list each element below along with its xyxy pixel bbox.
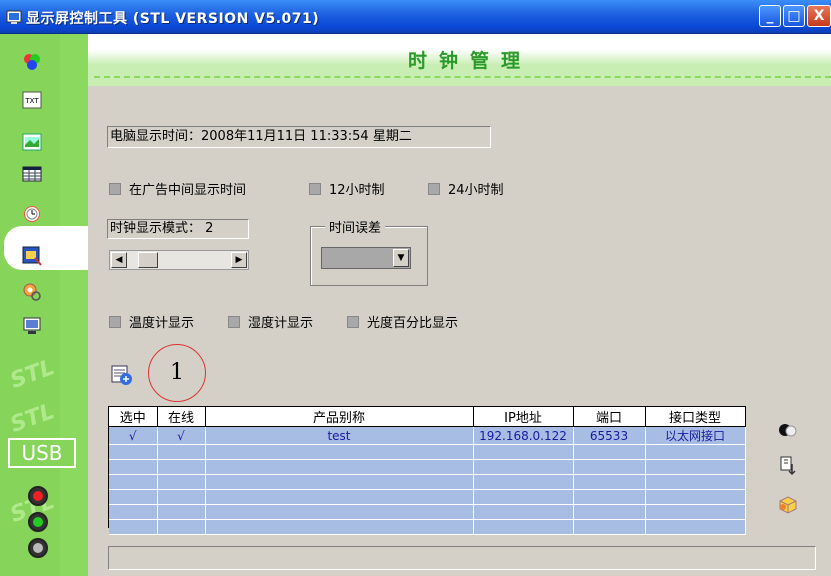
main-panel: 时钟管理 电脑显示时间：2008年11月11日 11:33:54 星期二 在广告… bbox=[88, 34, 831, 576]
alias-cell: test bbox=[205, 426, 474, 445]
light-percent-label: 光度百分比显示 bbox=[367, 316, 459, 331]
sidebar-item-picture[interactable] bbox=[20, 130, 44, 154]
slider-thumb[interactable] bbox=[138, 252, 158, 268]
table-row-empty[interactable] bbox=[109, 444, 746, 460]
column-header[interactable]: 接口类型 bbox=[645, 407, 746, 427]
package-icon[interactable] bbox=[776, 492, 800, 516]
gray-led-icon bbox=[28, 538, 48, 558]
slider-left-arrow[interactable]: ◀ bbox=[111, 252, 127, 268]
checkbox-box bbox=[309, 182, 321, 195]
maximize-icon: □ bbox=[787, 8, 801, 24]
svg-text:TXT: TXT bbox=[24, 97, 39, 105]
thermometer-label: 温度计显示 bbox=[129, 316, 195, 331]
checkbox-box bbox=[109, 315, 121, 328]
page-header: 时钟管理 bbox=[88, 34, 831, 86]
minimize-icon: _ bbox=[766, 8, 774, 24]
gear-search-icon bbox=[23, 283, 41, 301]
display-mode-readout: 时钟显示模式： 2 bbox=[107, 219, 249, 239]
pc-time-display: 电脑显示时间：2008年11月11日 11:33:54 星期二 bbox=[107, 126, 491, 148]
maximize-button[interactable]: □ bbox=[783, 5, 805, 27]
connect-icon[interactable] bbox=[776, 418, 800, 442]
table-row[interactable]: √ √ test 192.168.0.122 65533 以太网接口 bbox=[109, 426, 746, 445]
time-error-label: 时间误差 bbox=[325, 217, 386, 236]
hour12-label: 12小时制 bbox=[329, 183, 385, 198]
thermometer-checkbox[interactable]: 温度计显示 bbox=[109, 312, 194, 331]
display-mode-slider[interactable]: ◀ ▶ bbox=[109, 250, 249, 270]
app-icon bbox=[6, 10, 22, 24]
hour24-checkbox[interactable]: 24小时制 bbox=[428, 179, 504, 198]
title-bar: 显示屏控制工具 (STL VERSION V5.071) _ □ X bbox=[0, 0, 831, 34]
hour24-label: 24小时制 bbox=[448, 183, 504, 198]
table-row-empty[interactable] bbox=[109, 519, 746, 535]
ip-cell: 192.168.0.122 bbox=[473, 426, 574, 445]
slider-right-arrow[interactable]: ▶ bbox=[231, 252, 247, 268]
hygrometer-checkbox[interactable]: 湿度计显示 bbox=[228, 312, 313, 331]
column-header[interactable]: 选中 bbox=[109, 407, 158, 427]
page-title: 时钟管理 bbox=[408, 50, 533, 72]
checkbox-box bbox=[428, 182, 440, 195]
column-header[interactable]: 产品别称 bbox=[205, 407, 474, 427]
sidebar-item-effects[interactable] bbox=[20, 244, 44, 268]
table-row-empty[interactable] bbox=[109, 504, 746, 520]
text-icon: TXT bbox=[22, 91, 42, 109]
hygrometer-label: 湿度计显示 bbox=[248, 316, 314, 331]
light-percent-checkbox[interactable]: 光度百分比显示 bbox=[347, 312, 458, 331]
close-icon: X bbox=[813, 8, 825, 24]
status-bar bbox=[108, 546, 816, 570]
clock-icon bbox=[24, 206, 40, 222]
time-error-select[interactable]: ▼ bbox=[321, 247, 411, 269]
table-icon bbox=[22, 166, 42, 182]
hour12-checkbox[interactable]: 12小时制 bbox=[309, 179, 385, 198]
color-icon bbox=[24, 54, 40, 70]
close-button[interactable]: X bbox=[807, 5, 831, 27]
sidebar-item-text[interactable]: TXT bbox=[20, 88, 44, 112]
sidebar-item-color[interactable] bbox=[20, 50, 44, 74]
device-table: 选中 在线 产品别称 IP地址 端口 接口类型 √ √ test 192.168… bbox=[108, 406, 746, 535]
interface-cell: 以太网接口 bbox=[645, 426, 746, 445]
red-led-icon bbox=[28, 486, 48, 506]
sidebar-item-clock[interactable] bbox=[20, 202, 44, 226]
sidebar-item-table[interactable] bbox=[20, 162, 44, 186]
refresh-list-icon[interactable] bbox=[111, 364, 133, 386]
sidebar-item-settings[interactable] bbox=[20, 280, 44, 304]
table-row-empty[interactable] bbox=[109, 459, 746, 475]
minimize-button[interactable]: _ bbox=[759, 5, 781, 27]
time-error-group: 时间误差 ▼ bbox=[310, 217, 428, 286]
window-title: 显示屏控制工具 (STL VERSION V5.071) bbox=[26, 11, 320, 27]
sidebar-active-indicator bbox=[4, 226, 88, 270]
selected-cell[interactable]: √ bbox=[109, 426, 158, 445]
download-icon[interactable] bbox=[776, 454, 800, 478]
table-header-row: 选中 在线 产品别称 IP地址 端口 接口类型 bbox=[109, 407, 746, 427]
table-row-empty[interactable] bbox=[109, 474, 746, 490]
port-cell: 65533 bbox=[573, 426, 646, 445]
chevron-down-icon[interactable]: ▼ bbox=[393, 249, 409, 267]
checkbox-box bbox=[347, 315, 359, 328]
annotation-callout: 1 bbox=[148, 344, 206, 402]
checkbox-box bbox=[109, 182, 121, 195]
show-in-ad-checkbox[interactable]: 在广告中间显示时间 bbox=[109, 179, 246, 198]
effects-icon bbox=[22, 246, 42, 266]
monitor-icon bbox=[23, 317, 41, 334]
sidebar: TXT STL STL STL USB bbox=[0, 34, 88, 576]
online-cell: √ bbox=[157, 426, 206, 445]
table-row-empty[interactable] bbox=[109, 489, 746, 505]
usb-indicator: USB bbox=[8, 438, 76, 468]
checkbox-box bbox=[228, 315, 240, 328]
column-header[interactable]: IP地址 bbox=[473, 407, 574, 427]
show-in-ad-label: 在广告中间显示时间 bbox=[129, 183, 247, 198]
green-led-icon bbox=[28, 512, 48, 532]
header-divider bbox=[94, 76, 831, 78]
picture-icon bbox=[22, 133, 42, 151]
column-header[interactable]: 在线 bbox=[157, 407, 206, 427]
sidebar-item-monitor[interactable] bbox=[20, 314, 44, 338]
column-header[interactable]: 端口 bbox=[573, 407, 646, 427]
